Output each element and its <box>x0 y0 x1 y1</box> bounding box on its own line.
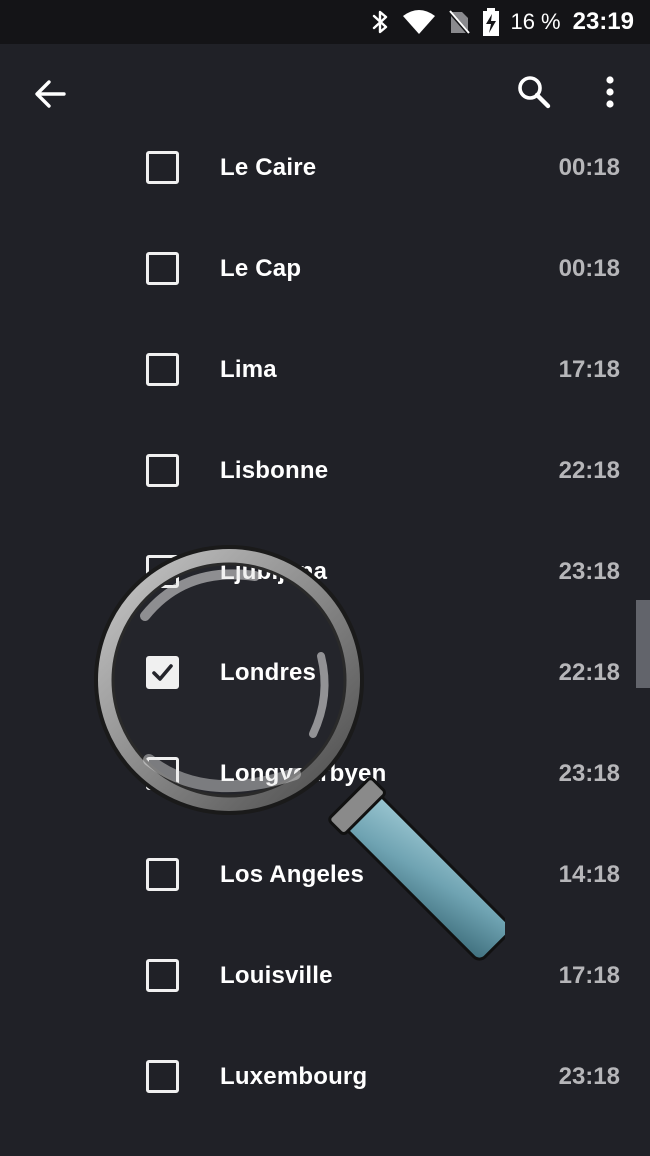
wifi-icon <box>402 9 436 35</box>
city-name: Londres <box>220 659 317 686</box>
city-name: Le Caire <box>220 154 317 181</box>
city-checkbox[interactable] <box>146 252 179 285</box>
check-icon <box>152 664 173 681</box>
city-name: Los Angeles <box>220 861 365 888</box>
city-list: Le Caire 00:18 Le Cap 00:18 Lima 17:18 L… <box>0 118 650 1128</box>
city-time: 23:18 <box>558 1063 620 1090</box>
search-icon <box>516 74 552 115</box>
list-item[interactable]: Ljubljana 23:18 <box>0 522 650 623</box>
city-time: 23:18 <box>558 760 620 787</box>
scrollbar-thumb[interactable] <box>636 600 650 688</box>
search-button[interactable] <box>510 70 558 118</box>
back-button[interactable] <box>26 72 74 120</box>
city-time: 23:18 <box>558 558 620 585</box>
list-item[interactable]: Los Angeles 14:18 <box>0 825 650 926</box>
city-checkbox[interactable] <box>146 353 179 386</box>
city-name: Ljubljana <box>220 558 328 585</box>
bluetooth-icon <box>370 9 390 35</box>
city-time: 17:18 <box>558 962 620 989</box>
city-name: Louisville <box>220 962 333 989</box>
city-name: Longyearbyen <box>220 760 387 787</box>
city-checkbox[interactable] <box>146 555 179 588</box>
city-time: 14:18 <box>558 861 620 888</box>
back-arrow-icon <box>33 77 67 116</box>
list-item[interactable]: Le Cap 00:18 <box>0 219 650 320</box>
status-clock: 23:19 <box>572 8 634 35</box>
list-item[interactable]: Longyearbyen 23:18 <box>0 724 650 825</box>
status-bar: 16 % 23:19 <box>0 0 650 44</box>
list-item[interactable]: Londres 22:18 <box>0 623 650 724</box>
city-checkbox[interactable] <box>146 1060 179 1093</box>
city-name: Le Cap <box>220 255 302 282</box>
list-item[interactable]: Lisbonne 22:18 <box>0 421 650 522</box>
battery-charging-icon <box>482 8 500 36</box>
city-time: 00:18 <box>558 255 620 282</box>
more-options-button[interactable] <box>586 70 634 118</box>
list-item[interactable]: Lima 17:18 <box>0 320 650 421</box>
city-name: Lima <box>220 356 277 383</box>
city-checkbox[interactable] <box>146 757 179 790</box>
city-checkbox-checked[interactable] <box>146 656 179 689</box>
city-name: Lisbonne <box>220 457 329 484</box>
city-checkbox[interactable] <box>146 454 179 487</box>
city-name: Luxembourg <box>220 1063 368 1090</box>
city-checkbox[interactable] <box>146 151 179 184</box>
list-item[interactable]: Louisville 17:18 <box>0 926 650 1027</box>
city-time: 22:18 <box>558 659 620 686</box>
city-time: 00:18 <box>558 154 620 181</box>
city-time: 22:18 <box>558 457 620 484</box>
list-item[interactable]: Luxembourg 23:18 <box>0 1027 650 1128</box>
city-checkbox[interactable] <box>146 858 179 891</box>
list-item[interactable]: Le Caire 00:18 <box>0 118 650 219</box>
no-sim-icon <box>448 9 471 35</box>
city-time: 17:18 <box>558 356 620 383</box>
battery-percent: 16 % <box>510 9 561 34</box>
city-checkbox[interactable] <box>146 959 179 992</box>
more-vert-icon <box>604 75 616 114</box>
